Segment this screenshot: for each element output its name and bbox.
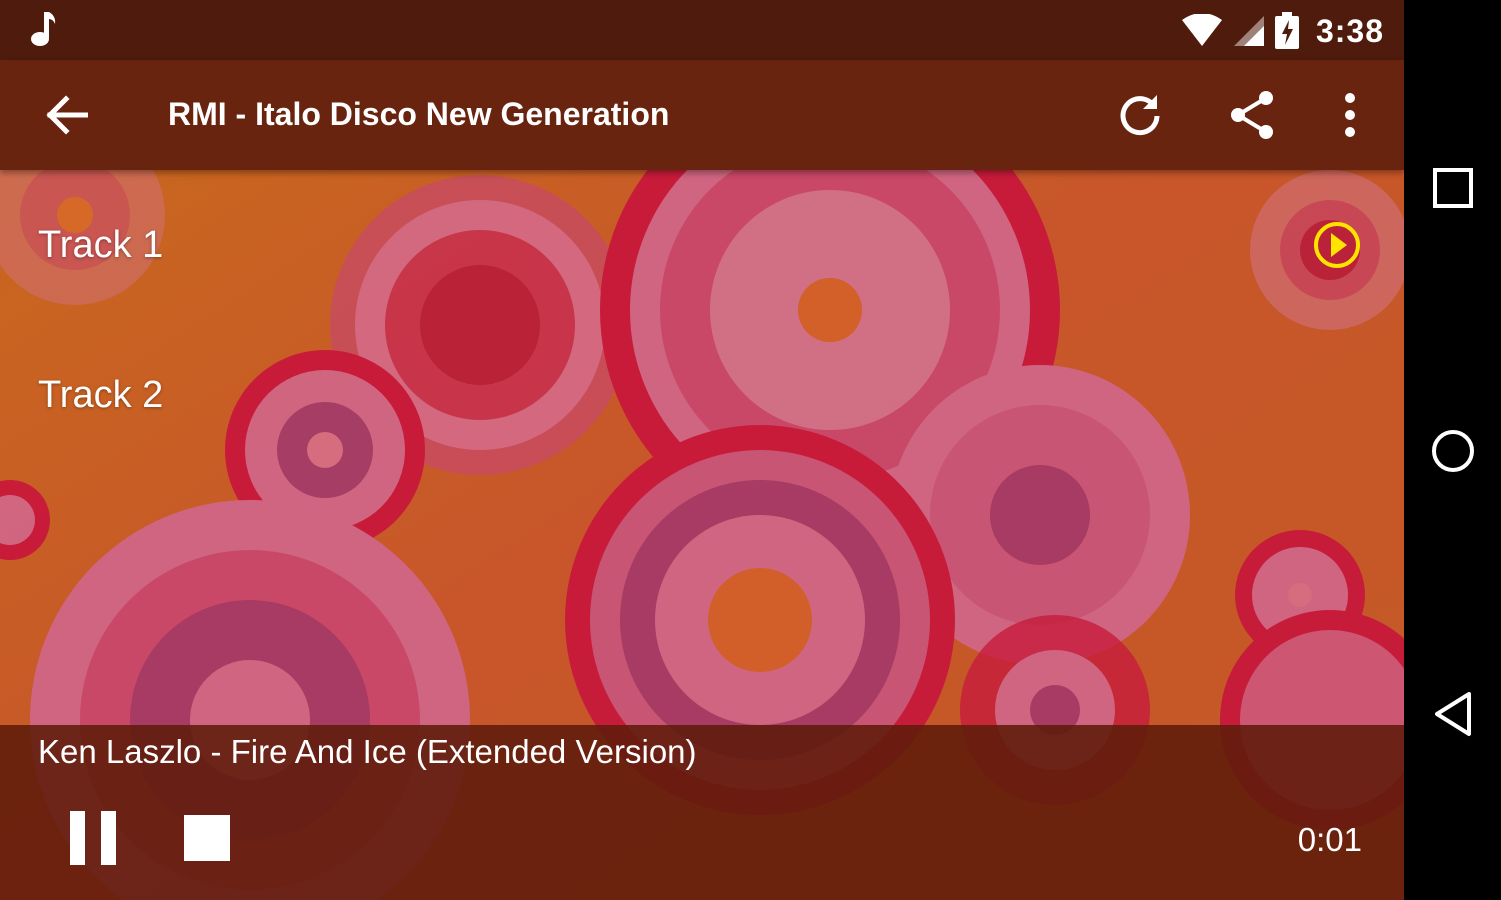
back-button[interactable] <box>36 87 96 143</box>
pause-icon <box>70 811 116 865</box>
share-icon <box>1231 91 1273 139</box>
system-status-icons: 3:38 <box>1180 10 1384 52</box>
home-circle-icon <box>1432 430 1474 472</box>
status-time: 3:38 <box>1315 12 1384 49</box>
player-panel: Ken Laszlo - Fire And Ice (Extended Vers… <box>0 725 1404 900</box>
elapsed-time: 0:01 <box>1297 821 1362 858</box>
list-item[interactable]: Track 1 <box>0 172 1404 322</box>
app-bar: RMI - Italo Disco New Generation <box>0 60 1404 170</box>
page-title: RMI - Italo Disco New Generation <box>168 96 670 132</box>
back-arrow-icon <box>46 95 88 135</box>
share-button[interactable] <box>1222 85 1282 145</box>
now-playing-icon <box>1314 222 1360 268</box>
music-note-icon <box>31 12 56 46</box>
cell-signal-icon <box>1233 16 1264 46</box>
back-triangle-icon <box>1435 692 1471 736</box>
home-button[interactable] <box>1422 420 1484 482</box>
now-playing-title: Ken Laszlo - Fire And Ice (Extended Vers… <box>38 733 697 770</box>
navigation-bar <box>1404 0 1501 900</box>
battery-charging-icon <box>1274 12 1299 49</box>
stop-button[interactable] <box>172 803 240 871</box>
stop-icon <box>184 815 230 861</box>
overflow-menu-icon <box>1345 93 1355 137</box>
pause-button[interactable] <box>60 803 128 871</box>
recents-square-icon <box>1433 168 1473 208</box>
track-label: Track 1 <box>38 224 164 266</box>
track-label: Track 2 <box>38 374 164 416</box>
system-back-button[interactable] <box>1422 683 1484 745</box>
list-item[interactable]: Track 2 <box>0 322 1404 472</box>
overflow-menu-button[interactable] <box>1320 85 1380 145</box>
device-screen: 3:38 RMI - Italo Disco New Generation Tr… <box>0 0 1404 900</box>
recents-button[interactable] <box>1422 157 1484 219</box>
refresh-button[interactable] <box>1110 85 1170 145</box>
wifi-icon <box>1181 14 1222 46</box>
refresh-icon <box>1120 95 1160 136</box>
status-bar: 3:38 <box>0 0 1404 60</box>
